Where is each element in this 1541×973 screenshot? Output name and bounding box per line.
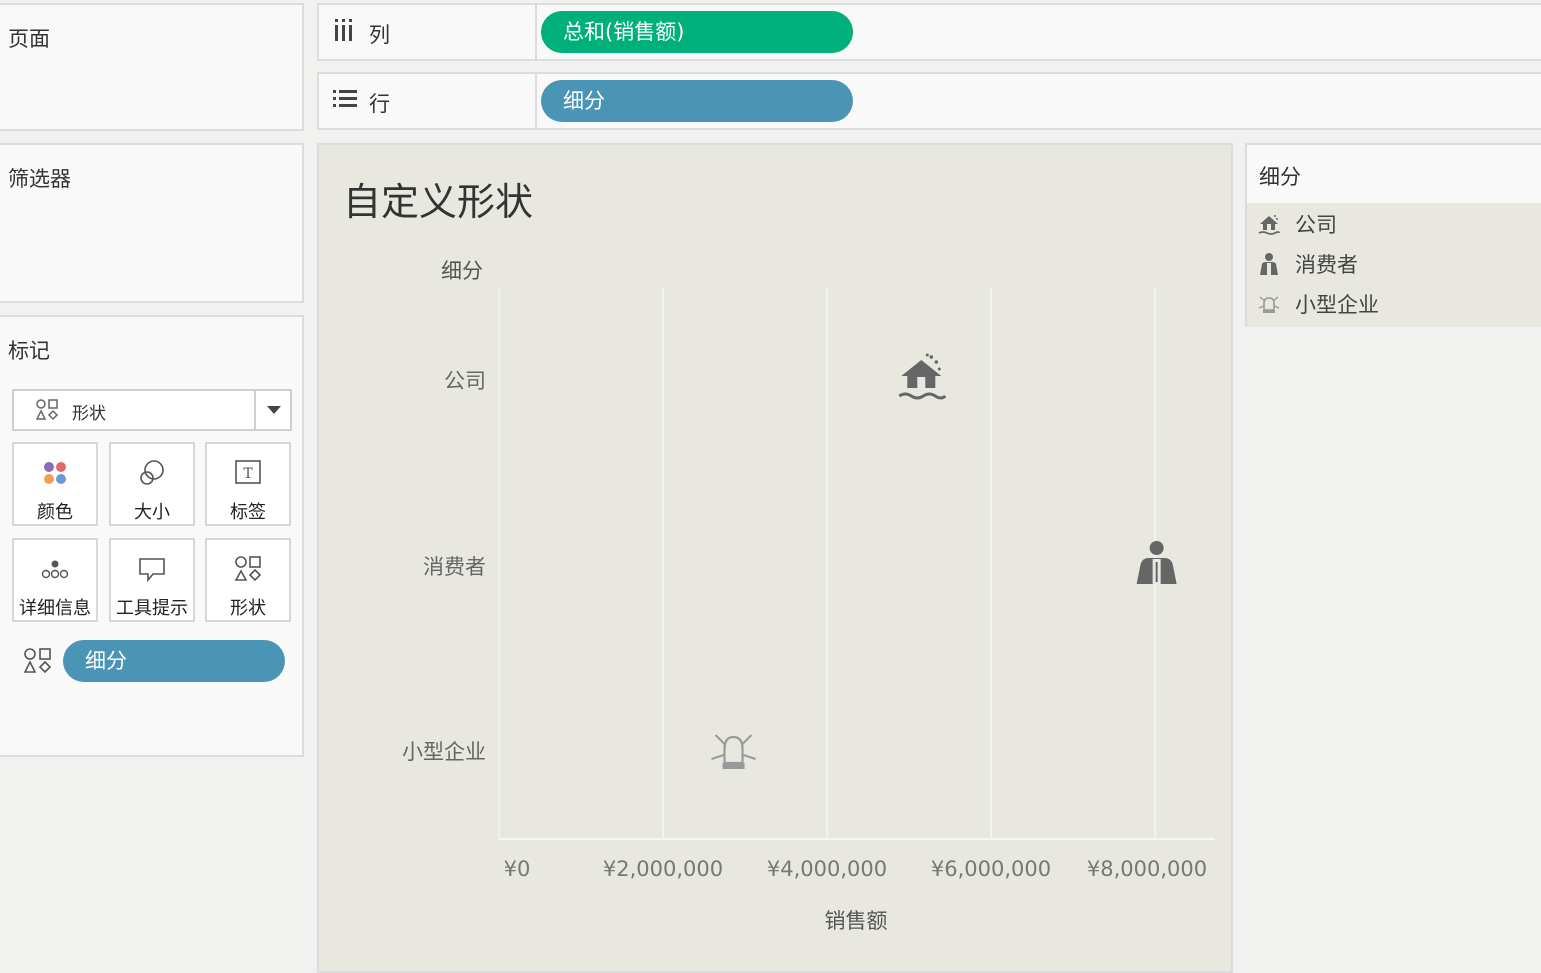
rows-label: 行	[369, 92, 390, 116]
color-card-label: 颜色	[37, 502, 73, 523]
shapes-icon	[24, 648, 52, 674]
columns-shelf-label: 列	[319, 5, 537, 59]
rows-shelf[interactable]: 行 细分	[317, 72, 1541, 130]
segment-pill[interactable]: 细分	[541, 80, 853, 122]
category-label: 消费者	[423, 555, 486, 579]
shape-field-pill[interactable]: 细分	[63, 640, 285, 682]
tooltip-card-label: 工具提示	[116, 598, 188, 619]
shape-card[interactable]: 形状	[205, 538, 291, 622]
color-icon	[44, 462, 66, 484]
size-icon	[140, 460, 164, 485]
size-card[interactable]: 大小	[109, 442, 195, 526]
svg-text:T: T	[243, 466, 253, 482]
color-card[interactable]: 颜色	[12, 442, 98, 526]
shapes-icon	[234, 556, 262, 582]
detail-card-label: 详细信息	[19, 598, 91, 619]
person-icon	[1260, 253, 1278, 275]
legend-title: 细分	[1259, 165, 1301, 189]
x-tick-label: ¥0	[503, 857, 531, 881]
rows-shelf-label: 行	[319, 74, 537, 128]
data-mark-alarm-bell-icon[interactable]	[711, 734, 756, 769]
marks-panel: 标记 形状 颜色 大小 T 标签 详细信息 工具提示 形状 细分	[0, 315, 304, 757]
alarm-bell-icon	[1258, 296, 1280, 313]
mark-type-label: 形状	[72, 404, 106, 424]
detail-card[interactable]: 详细信息	[12, 538, 98, 622]
tooltip-icon	[139, 558, 165, 583]
legend-label-consumer: 消费者	[1295, 253, 1358, 277]
filters-title: 筛选器	[8, 167, 71, 191]
detail-icon	[41, 560, 69, 579]
columns-shelf[interactable]: 列 总和(销售额)	[317, 3, 1541, 61]
category-label: 小型企业	[402, 740, 486, 764]
legend-item-small-business[interactable]: 小型企业	[1257, 286, 1379, 322]
text-label-icon: T	[235, 460, 261, 484]
legend-label-small-business: 小型企业	[1295, 293, 1379, 317]
x-tick-label: ¥8,000,000	[1086, 857, 1208, 881]
category-label: 公司	[444, 369, 486, 393]
chart-view[interactable]: 自定义形状 细分 公司 消费者 小型企业 ¥0 ¥2,000,000 ¥4,000,00…	[317, 143, 1233, 973]
shape-card-label: 形状	[230, 598, 266, 619]
rows-icon	[333, 90, 357, 107]
size-card-label: 大小	[134, 502, 170, 523]
legend-item-company[interactable]: 公司	[1257, 206, 1337, 242]
label-card-label: 标签	[230, 502, 266, 523]
house-flood-icon	[1258, 215, 1280, 235]
legend-item-consumer[interactable]: 消费者	[1257, 246, 1358, 282]
shapes-icon	[36, 399, 59, 421]
mark-type-dropdown[interactable]: 形状	[12, 389, 292, 431]
data-mark-person-icon[interactable]	[1136, 541, 1177, 584]
data-mark-house-flood-icon[interactable]	[898, 353, 947, 400]
sum-sales-pill[interactable]: 总和(销售额)	[541, 11, 853, 53]
chevron-down-icon[interactable]	[254, 391, 290, 429]
marks-title: 标记	[8, 339, 50, 363]
x-tick-label: ¥2,000,000	[602, 857, 724, 881]
x-tick-label: ¥4,000,000	[766, 857, 888, 881]
shape-legend: 细分 公司 消费者 小型企业	[1245, 143, 1541, 327]
columns-label: 列	[369, 23, 390, 47]
label-card[interactable]: T 标签	[205, 442, 291, 526]
tooltip-card[interactable]: 工具提示	[109, 538, 195, 622]
legend-body: 公司 消费者 小型企业	[1247, 203, 1541, 327]
pages-title: 页面	[8, 27, 50, 51]
pages-panel[interactable]: 页面	[0, 3, 304, 131]
filters-panel[interactable]: 筛选器	[0, 143, 304, 303]
x-tick-label: ¥6,000,000	[930, 857, 1052, 881]
x-axis-title: 销售额	[824, 909, 888, 933]
columns-icon	[335, 19, 352, 41]
legend-label-company: 公司	[1295, 213, 1337, 237]
